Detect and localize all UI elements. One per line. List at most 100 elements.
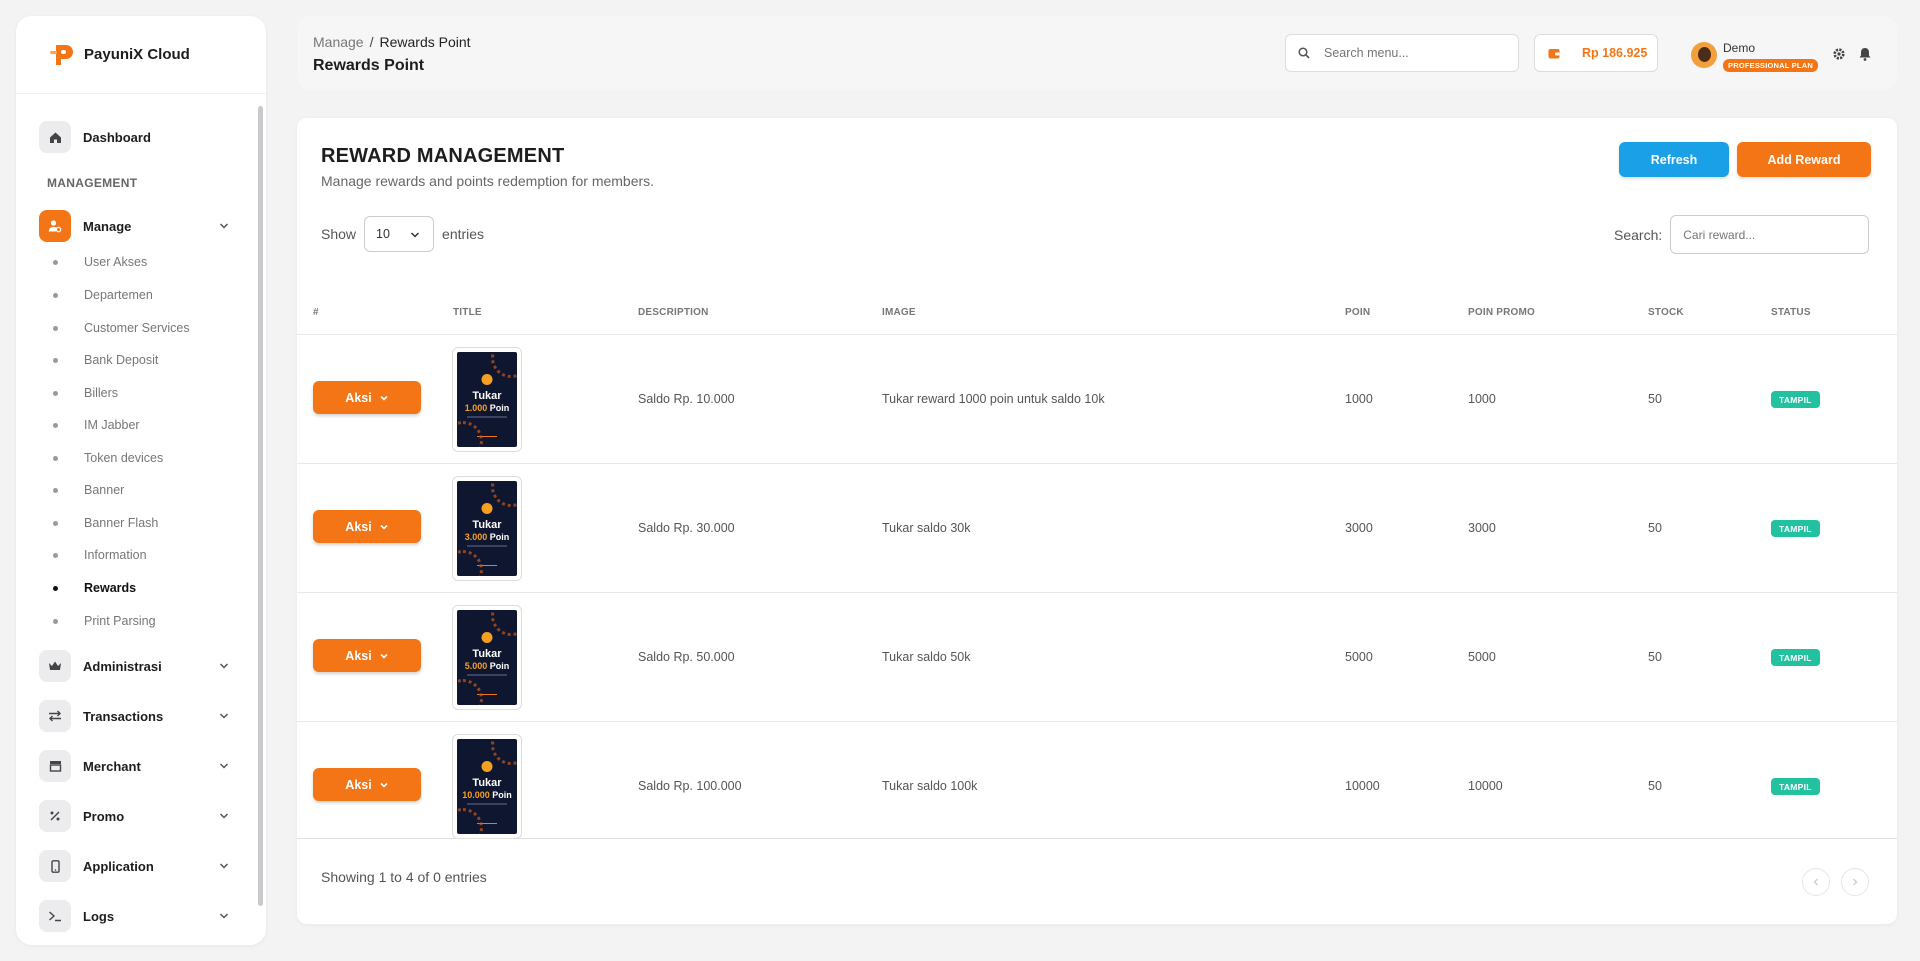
sidebar-subitem-label: Information — [84, 548, 147, 562]
aksi-dropdown-button[interactable]: Aksi — [313, 510, 421, 543]
poster-divider — [467, 545, 507, 547]
table-info: Showing 1 to 4 of 0 entries — [321, 869, 487, 885]
sidebar-subitem[interactable]: Bank Deposit — [53, 350, 158, 370]
poster-title: Tukar — [472, 648, 502, 660]
sidebar-item-administrasi[interactable]: Administrasi — [39, 649, 239, 683]
column-header-poin-promo[interactable]: POIN PROMO — [1468, 307, 1535, 318]
balance-widget[interactable]: Rp 186.925 — [1534, 34, 1658, 72]
sidebar-subitem-label: IM Jabber — [84, 418, 140, 432]
poster-divider — [467, 674, 507, 676]
reward-image[interactable]: Tukar 10.000 Poin — [452, 734, 522, 839]
reward-poin: 10000 — [1345, 779, 1380, 793]
reward-image[interactable]: Tukar 1.000 Poin — [452, 347, 522, 452]
column-header-title[interactable]: TITLE — [453, 307, 482, 318]
aksi-dropdown-button[interactable]: Aksi — [313, 639, 421, 672]
poster-points-unit: Poin — [489, 661, 510, 671]
coin-icon — [481, 761, 493, 772]
sidebar-subitem[interactable]: Token devices — [53, 448, 163, 468]
balance-value: Rp 186.925 — [1582, 46, 1648, 60]
aksi-dropdown-button[interactable]: Aksi — [313, 768, 421, 801]
user-menu[interactable]: Demo PROFESSIONAL PLAN — [1691, 38, 1818, 72]
bullet-icon — [53, 618, 58, 624]
sidebar-item-logs[interactable]: Logs — [39, 899, 239, 933]
sidebar-subitem[interactable]: Print Parsing — [53, 611, 156, 631]
chevron-down-icon — [380, 524, 388, 530]
sidebar-item-merchant[interactable]: Merchant — [39, 749, 239, 783]
aksi-dropdown-button[interactable]: Aksi — [313, 381, 421, 414]
chevron-down-icon — [219, 663, 229, 669]
poster-points: 10.000 Poin — [457, 790, 517, 800]
bullet-icon — [53, 259, 58, 265]
add-reward-button[interactable]: Add Reward — [1737, 142, 1871, 177]
reward-image[interactable]: Tukar 5.000 Poin — [452, 605, 522, 710]
reward-poin-promo: 1000 — [1468, 392, 1496, 406]
reward-image[interactable]: Tukar 3.000 Poin — [452, 476, 522, 581]
reward-title: Saldo Rp. 50.000 — [638, 650, 735, 664]
sidebar-subitem[interactable]: IM Jabber — [53, 415, 140, 435]
breadcrumb-root[interactable]: Manage — [313, 34, 364, 50]
gear-icon[interactable] — [1831, 46, 1847, 62]
sidebar-subitem-label: Bank Deposit — [84, 353, 159, 367]
table-footer-divider — [297, 838, 1897, 839]
reward-stock: 50 — [1648, 392, 1662, 406]
sidebar-subitem-label: Customer Services — [84, 321, 190, 335]
terminal-icon — [39, 900, 71, 932]
bullet-icon — [53, 325, 58, 331]
sidebar-item-dashboard[interactable]: Dashboard — [39, 120, 239, 154]
sidebar-subitem[interactable]: Banner Flash — [53, 513, 158, 533]
reward-search-input[interactable] — [1670, 215, 1870, 254]
sidebar-subitem[interactable]: Rewards — [53, 578, 136, 598]
sidebar-scrollbar[interactable] — [258, 106, 263, 906]
search-input[interactable] — [1324, 46, 1494, 60]
menu-search[interactable] — [1285, 34, 1519, 72]
sidebar-subitem[interactable]: Customer Services — [53, 318, 190, 338]
sidebar-item-application[interactable]: Application — [39, 849, 239, 883]
page-length-select[interactable]: 10 — [364, 216, 435, 252]
sidebar-subitem[interactable]: Banner — [53, 480, 124, 500]
coin-icon — [481, 503, 493, 514]
reward-poin-promo: 10000 — [1468, 779, 1503, 793]
bullet-icon — [53, 520, 58, 526]
sidebar-subitem[interactable]: Departemen — [53, 285, 153, 305]
poster-bar — [477, 565, 497, 566]
column-header-poin[interactable]: POIN — [1345, 307, 1370, 318]
refresh-button[interactable]: Refresh — [1619, 142, 1729, 177]
poster-points-unit: Poin — [489, 532, 510, 542]
pagination-prev-button[interactable] — [1802, 868, 1830, 896]
reward-stock: 50 — [1648, 650, 1662, 664]
reward-title: Saldo Rp. 10.000 — [638, 392, 735, 406]
status-badge: TAMPIL — [1771, 649, 1820, 666]
user-name: Demo — [1723, 40, 1756, 55]
sidebar-subitem[interactable]: Information — [53, 545, 147, 565]
sidebar-item-transactions[interactable]: Transactions — [39, 699, 239, 733]
reward-description: Tukar saldo 50k — [882, 650, 971, 664]
sidebar-subitem-label: Departemen — [84, 288, 153, 302]
page-title: Rewards Point — [313, 57, 425, 74]
table-row: Aksi Tukar 1.000 Poin Saldo Rp. 10.000 Tukar… — [297, 334, 1897, 463]
reward-poin: 3000 — [1345, 521, 1373, 535]
poster-bar — [477, 823, 497, 824]
brand[interactable]: PayuniX Cloud — [16, 16, 266, 94]
pagination-next-button[interactable] — [1841, 868, 1869, 896]
exchange-icon — [39, 700, 71, 732]
section-title-management: MANAGEMENT — [47, 176, 138, 190]
sidebar-subitem[interactable]: User Akses — [53, 252, 147, 272]
table-row: Aksi Tukar 3.000 Poin Saldo Rp. 30.000 Tukar… — [297, 463, 1897, 592]
sidebar-subitem[interactable]: Billers — [53, 383, 118, 403]
bell-icon[interactable] — [1857, 46, 1873, 62]
chevron-down-icon — [380, 395, 388, 401]
sidebar-item-manage[interactable]: Manage — [39, 209, 239, 243]
column-header-status[interactable]: STATUS — [1771, 307, 1811, 318]
reward-poster: Tukar 10.000 Poin — [457, 739, 517, 834]
search-icon — [1298, 47, 1310, 59]
breadcrumb-separator: / — [369, 34, 374, 50]
column-header-image[interactable]: IMAGE — [882, 307, 916, 318]
poster-points-value: 10.000 — [462, 790, 490, 800]
plan-badge: PROFESSIONAL PLAN — [1723, 58, 1818, 72]
aksi-label: Aksi — [345, 777, 372, 792]
column-header-description[interactable]: DESCRIPTION — [638, 307, 709, 318]
table-row: Aksi Tukar 5.000 Poin Saldo Rp. 50.000 Tukar… — [297, 592, 1897, 721]
sidebar-item-promo[interactable]: Promo — [39, 799, 239, 833]
column-header-number[interactable]: # — [313, 307, 319, 318]
column-header-stock[interactable]: STOCK — [1648, 307, 1684, 318]
